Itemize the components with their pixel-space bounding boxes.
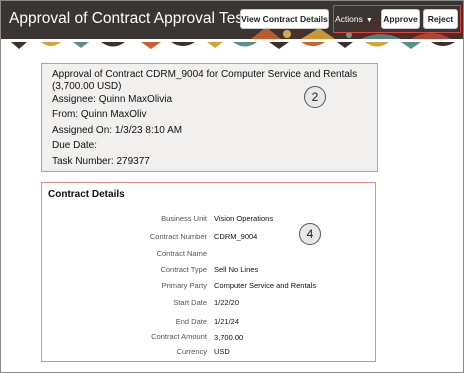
section-title: Contract Details	[48, 189, 125, 200]
value-business-unit: Vision Operations	[214, 214, 274, 223]
callout-number: 2	[304, 86, 326, 108]
task-number: Task Number: 279377	[52, 156, 150, 167]
label-primary-party: Primary Party	[161, 281, 207, 290]
band-pattern	[1, 42, 463, 49]
header-decoration-band	[1, 39, 463, 49]
value-contract-type: Sell No Lines	[214, 265, 259, 274]
assignee: Assignee: Quinn MaxOlivia	[52, 94, 173, 105]
label-start-date: Start Date	[173, 298, 207, 307]
view-contract-details-button[interactable]: View Contract Details	[240, 9, 329, 29]
value-end-date: 1/21/24	[214, 317, 240, 326]
task-summary-panel: Approval of Contract CDRM_9004 for Compu…	[41, 63, 378, 172]
contract-details-panel: Contract Details 4 Business Unit Vision …	[41, 182, 376, 362]
label-business-unit: Business Unit	[161, 214, 207, 223]
label-contract-name: Contract Name	[156, 249, 207, 258]
due-date: Due Date:	[52, 140, 98, 151]
label-contract-amount: Contract Amount	[151, 332, 207, 341]
summary-title-line1: Approval of Contract CDRM_9004 for Compu…	[52, 69, 358, 80]
label-contract-type: Contract Type	[160, 265, 207, 274]
value-currency: USD	[214, 347, 230, 356]
label-end-date: End Date	[175, 317, 207, 326]
actions-highlight-box	[333, 5, 461, 33]
value-primary-party: Computer Service and Rentals	[214, 281, 317, 290]
assigned-on: Assigned On: 1/3/23 8:10 AM	[52, 125, 183, 136]
value-contract-number: CDRM_9004	[214, 232, 258, 241]
summary-title-line2: (3,700.00 USD)	[52, 81, 122, 92]
label-contract-number: Contract Number	[149, 232, 207, 241]
page-title: Approval of Contract Approval Test 1 ...	[9, 10, 278, 27]
from: From: Quinn MaxOliv	[52, 109, 147, 120]
label-currency: Currency	[176, 347, 207, 356]
value-contract-amount: 3,700.00	[214, 333, 244, 342]
value-start-date: 1/22/20	[214, 298, 240, 307]
callout-number: 4	[299, 223, 321, 245]
